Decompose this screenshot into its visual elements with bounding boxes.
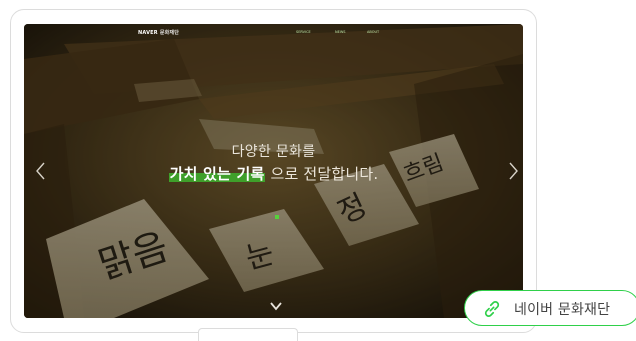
nav-item-news[interactable]: NEWS	[335, 30, 346, 34]
link-icon	[484, 301, 500, 317]
badge-label: 네이버 문화재단	[514, 302, 611, 318]
scroll-down-button[interactable]	[270, 296, 282, 311]
carousel-next-button[interactable]	[508, 161, 520, 184]
hero-highlight: 가치 있는 기록	[168, 165, 266, 183]
chevron-down-icon	[270, 302, 282, 311]
carousel-indicator[interactable]	[275, 215, 279, 219]
hero-headline-line1: 다양한 문화를	[231, 144, 316, 160]
nav-item-about[interactable]: ABOUT	[367, 30, 379, 34]
carousel-prev-button[interactable]	[34, 161, 46, 184]
hero-carousel: 맑음 눈 정 흐림 NAVER 문화재단 SERVICE NEWS ABOUT …	[24, 24, 523, 318]
nav-item-service[interactable]: SERVICE	[296, 30, 311, 34]
chevron-right-icon	[509, 162, 518, 180]
hero-headline-line2: 가치 있는 기록 으로 전달합니다.	[24, 163, 523, 184]
site-logo[interactable]: NAVER 문화재단	[138, 29, 179, 36]
chevron-left-icon	[36, 162, 45, 180]
hero-headline-rest: 으로 전달합니다.	[270, 165, 379, 183]
site-header: NAVER 문화재단 SERVICE NEWS ABOUT	[24, 24, 523, 42]
naver-foundation-link-badge[interactable]: 네이버 문화재단	[464, 290, 636, 326]
